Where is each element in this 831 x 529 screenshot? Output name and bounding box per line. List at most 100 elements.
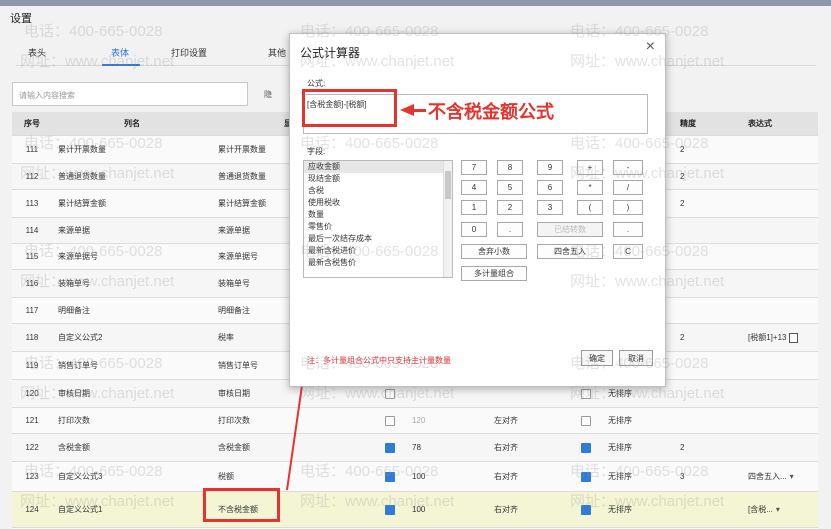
- keypad-key[interactable]: 已结转数: [537, 222, 603, 237]
- cell-expression[interactable]: [744, 408, 818, 433]
- cell-precision[interactable]: [674, 270, 744, 297]
- tab-body[interactable]: 表体: [111, 46, 129, 59]
- calculator-icon[interactable]: [789, 332, 799, 343]
- cell-display[interactable]: 税额: [212, 462, 372, 491]
- cell-width[interactable]: 100: [408, 492, 488, 527]
- cell-align[interactable]: 右对齐: [488, 492, 568, 527]
- cell-precision[interactable]: 2: [674, 190, 744, 217]
- cell-precision[interactable]: 3: [674, 462, 744, 491]
- visible-checkbox[interactable]: [385, 442, 395, 453]
- total-checkbox[interactable]: [581, 388, 591, 399]
- total-checkbox[interactable]: [581, 504, 591, 515]
- keypad-key[interactable]: 四舍五入: [537, 244, 603, 259]
- cell-expression[interactable]: [税额1]+13: [744, 324, 818, 351]
- field-list-item[interactable]: 零售价: [304, 221, 452, 233]
- keypad-key[interactable]: 1: [461, 200, 487, 215]
- cell-align[interactable]: 左对齐: [488, 408, 568, 433]
- ok-button[interactable]: 确定: [581, 350, 613, 366]
- keypad-key[interactable]: 2: [497, 200, 523, 215]
- keypad-key[interactable]: 0: [461, 222, 487, 237]
- cell-expression[interactable]: [744, 218, 818, 243]
- cell-sort[interactable]: 无排序: [604, 434, 674, 461]
- keypad-key[interactable]: 5: [497, 180, 523, 195]
- cell-expression[interactable]: [744, 190, 818, 217]
- cell-width[interactable]: 78: [408, 434, 488, 461]
- cell-precision[interactable]: 2: [674, 136, 744, 163]
- cell-display[interactable]: 打印次数: [212, 408, 372, 433]
- cell-expression[interactable]: [含税... ▾: [744, 492, 818, 527]
- visible-checkbox[interactable]: [385, 388, 395, 399]
- keypad-key[interactable]: 舍弃小数: [461, 244, 527, 259]
- field-list-item[interactable]: 含税: [304, 185, 452, 197]
- field-listbox[interactable]: 应收金额 现结金额 含税 使用税收 数量 零售价 最后一次结存成本 最新含税进价 最新含税售价: [303, 160, 453, 278]
- cell-expression[interactable]: [744, 380, 818, 407]
- keypad-key[interactable]: C: [613, 244, 643, 259]
- close-icon[interactable]: ×: [646, 38, 655, 56]
- cell-expression[interactable]: 四舍五入... ▾: [744, 462, 818, 491]
- cell-precision[interactable]: [674, 352, 744, 379]
- keypad-key[interactable]: ): [613, 200, 643, 215]
- tab-header[interactable]: 表头: [28, 46, 46, 59]
- chevron-down-icon[interactable]: ▾: [790, 472, 794, 481]
- cell-precision[interactable]: [674, 492, 744, 527]
- keypad-key[interactable]: 9: [537, 160, 563, 175]
- chevron-down-icon[interactable]: ▾: [776, 505, 780, 514]
- tab-other[interactable]: 其他: [268, 46, 286, 59]
- keypad-key[interactable]: 3: [537, 200, 563, 215]
- total-checkbox[interactable]: [581, 442, 591, 453]
- cell-sort[interactable]: 无排序: [604, 492, 674, 527]
- cell-expression[interactable]: [744, 164, 818, 189]
- table-row[interactable]: 123 自定义公式3 税额 100 右对齐 无排序 3 四舍五入... ▾: [12, 462, 818, 492]
- table-row[interactable]: 121 打印次数 打印次数 120 左对齐 无排序: [12, 408, 818, 434]
- cell-display[interactable]: 含税金额: [212, 434, 372, 461]
- field-list-item[interactable]: 最新含税进价: [304, 245, 452, 257]
- tab-print-settings[interactable]: 打印设置: [171, 46, 207, 59]
- search-input[interactable]: 请输入内容搜索: [12, 82, 248, 106]
- keypad-key[interactable]: +: [577, 160, 603, 175]
- keypad-key[interactable]: 8: [497, 160, 523, 175]
- cell-expression[interactable]: [744, 270, 818, 297]
- cell-precision[interactable]: [674, 298, 744, 323]
- table-row[interactable]: 122 含税金额 含税金额 78 右对齐 无排序 2: [12, 434, 818, 462]
- field-list-item[interactable]: 现结金额: [304, 173, 452, 185]
- keypad-key[interactable]: 6: [537, 180, 563, 195]
- cell-expression[interactable]: [744, 352, 818, 379]
- keypad-key[interactable]: *: [577, 180, 603, 195]
- cell-precision[interactable]: 2: [674, 164, 744, 189]
- field-list-item[interactable]: 最新含税售价: [304, 257, 452, 269]
- cell-precision[interactable]: [674, 380, 744, 407]
- cell-precision[interactable]: 2: [674, 434, 744, 461]
- cell-precision[interactable]: 2: [674, 324, 744, 351]
- field-list-item[interactable]: 最后一次结存成本: [304, 233, 452, 245]
- keypad-key[interactable]: /: [613, 180, 643, 195]
- cell-align[interactable]: 右对齐: [488, 434, 568, 461]
- keypad-key[interactable]: -: [613, 160, 643, 175]
- field-list-item[interactable]: 使用税收: [304, 197, 452, 209]
- cell-expression[interactable]: [744, 136, 818, 163]
- field-list-item[interactable]: 应收金额: [304, 161, 452, 173]
- keypad-key[interactable]: .: [613, 222, 643, 237]
- cancel-button[interactable]: 取消: [619, 350, 653, 366]
- cell-expression[interactable]: [744, 434, 818, 461]
- field-list-scrollbar[interactable]: [443, 161, 452, 277]
- total-checkbox[interactable]: [581, 415, 591, 426]
- cell-sort[interactable]: 无排序: [604, 408, 674, 433]
- keypad-key[interactable]: 7: [461, 160, 487, 175]
- cell-precision[interactable]: [674, 244, 744, 269]
- cell-precision[interactable]: [674, 218, 744, 243]
- keypad-key[interactable]: .: [497, 222, 523, 237]
- scroll-thumb[interactable]: [445, 171, 451, 199]
- cell-width[interactable]: 100: [408, 462, 488, 491]
- table-row[interactable]: 124 自定义公式1 不含税金额 100 右对齐 无排序 [含税... ▾: [12, 492, 818, 528]
- total-checkbox[interactable]: [581, 471, 591, 482]
- visible-checkbox[interactable]: [385, 471, 395, 482]
- cell-expression[interactable]: [744, 244, 818, 269]
- keypad-key[interactable]: 多计量组合: [461, 266, 527, 281]
- cell-precision[interactable]: [674, 408, 744, 433]
- keypad-key[interactable]: (: [577, 200, 603, 215]
- field-list-item[interactable]: 数量: [304, 209, 452, 221]
- visible-checkbox[interactable]: [385, 504, 395, 515]
- cell-align[interactable]: 右对齐: [488, 462, 568, 491]
- keypad-key[interactable]: 4: [461, 180, 487, 195]
- cell-sort[interactable]: 无排序: [604, 462, 674, 491]
